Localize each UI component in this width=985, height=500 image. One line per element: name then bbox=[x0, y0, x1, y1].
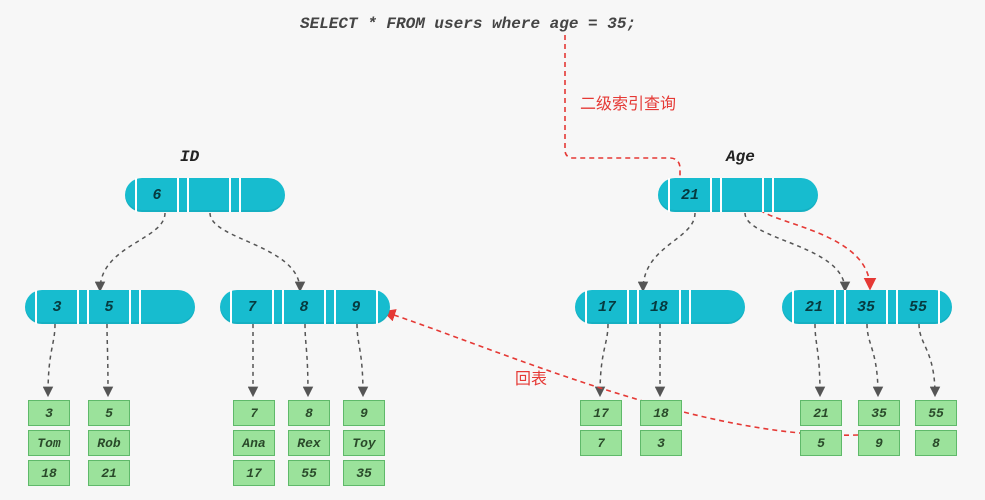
age-leaf-3: 35 9 bbox=[858, 400, 900, 456]
age-branch-a-key2: 18 bbox=[637, 290, 679, 324]
left-tree-title: ID bbox=[180, 148, 199, 166]
id-root-key: 6 bbox=[135, 178, 177, 212]
diagram-stage: SELECT * FROM users where age = 35; ID A… bbox=[0, 0, 985, 500]
id-leaf-4: 9 Toy 35 bbox=[343, 400, 385, 486]
id-branch-a: 3 5 bbox=[25, 290, 195, 324]
id-branch-b-key2: 8 bbox=[282, 290, 324, 324]
age-leaf-1: 18 3 bbox=[640, 400, 682, 456]
back-to-table-label: 回表 bbox=[515, 365, 547, 389]
age-root-node: 21 bbox=[658, 178, 818, 212]
age-leaf-4: 55 8 bbox=[915, 400, 957, 456]
id-branch-b-key1: 7 bbox=[230, 290, 272, 324]
age-branch-b-key2: 35 bbox=[844, 290, 886, 324]
id-branch-b-key3: 9 bbox=[334, 290, 376, 324]
right-tree-title: Age bbox=[726, 148, 755, 166]
sql-statement: SELECT * FROM users where age = 35; bbox=[300, 15, 636, 33]
id-leaf-1: 5 Rob 21 bbox=[88, 400, 130, 486]
age-leaf-0: 17 7 bbox=[580, 400, 622, 456]
age-branch-b-key1: 21 bbox=[792, 290, 834, 324]
id-leaf-0: 3 Tom 18 bbox=[28, 400, 70, 486]
id-root-node: 6 bbox=[125, 178, 285, 212]
age-branch-b: 21 35 55 bbox=[782, 290, 952, 324]
secondary-index-label: 二级索引查询 bbox=[580, 90, 676, 114]
id-branch-a-key1: 3 bbox=[35, 290, 77, 324]
age-root-key: 21 bbox=[668, 178, 710, 212]
age-branch-b-key3: 55 bbox=[896, 290, 938, 324]
id-leaf-2: 7 Ana 17 bbox=[233, 400, 275, 486]
id-leaf-3: 8 Rex 55 bbox=[288, 400, 330, 486]
id-branch-a-key2: 5 bbox=[87, 290, 129, 324]
age-branch-a-key1: 17 bbox=[585, 290, 627, 324]
age-leaf-2: 21 5 bbox=[800, 400, 842, 456]
age-branch-a: 17 18 bbox=[575, 290, 745, 324]
id-branch-b: 7 8 9 bbox=[220, 290, 390, 324]
